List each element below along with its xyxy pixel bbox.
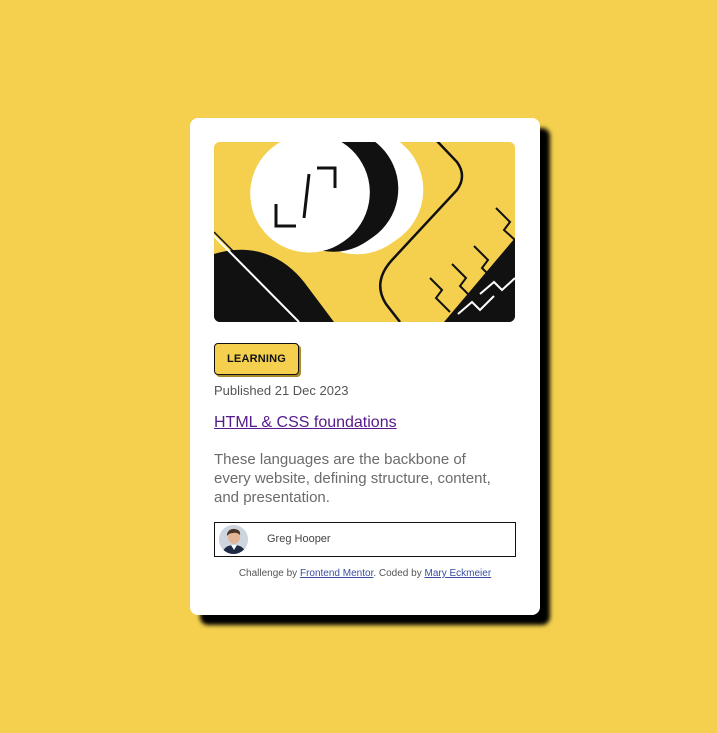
author-link[interactable]: Mary Eckmeier xyxy=(425,568,492,579)
frontend-mentor-link[interactable]: Frontend Mentor xyxy=(300,568,373,579)
author-box: Greg Hooper xyxy=(214,522,516,557)
attribution-prefix: Challenge by xyxy=(238,568,298,579)
illustration-article-icon xyxy=(214,142,515,322)
published-date: Published 21 Dec 2023 xyxy=(214,383,349,398)
category-tag: Learning xyxy=(214,343,300,375)
attribution-middle: . Coded by xyxy=(373,568,422,579)
attribution: Challenge by Frontend Mentor. Coded by M… xyxy=(190,568,540,579)
author-name: Greg Hooper xyxy=(267,533,331,545)
blog-preview-card: Learning Published 21 Dec 2023 HTML & CS… xyxy=(190,118,540,615)
page-background: Learning Published 21 Dec 2023 HTML & CS… xyxy=(0,0,717,733)
article-description: These languages are the backbone of ever… xyxy=(214,451,491,506)
hero-illustration xyxy=(214,142,515,322)
category-label: Learning xyxy=(227,353,287,365)
author-avatar-icon xyxy=(219,525,248,554)
article-title-link[interactable]: HTML & CSS foundations xyxy=(214,414,397,432)
